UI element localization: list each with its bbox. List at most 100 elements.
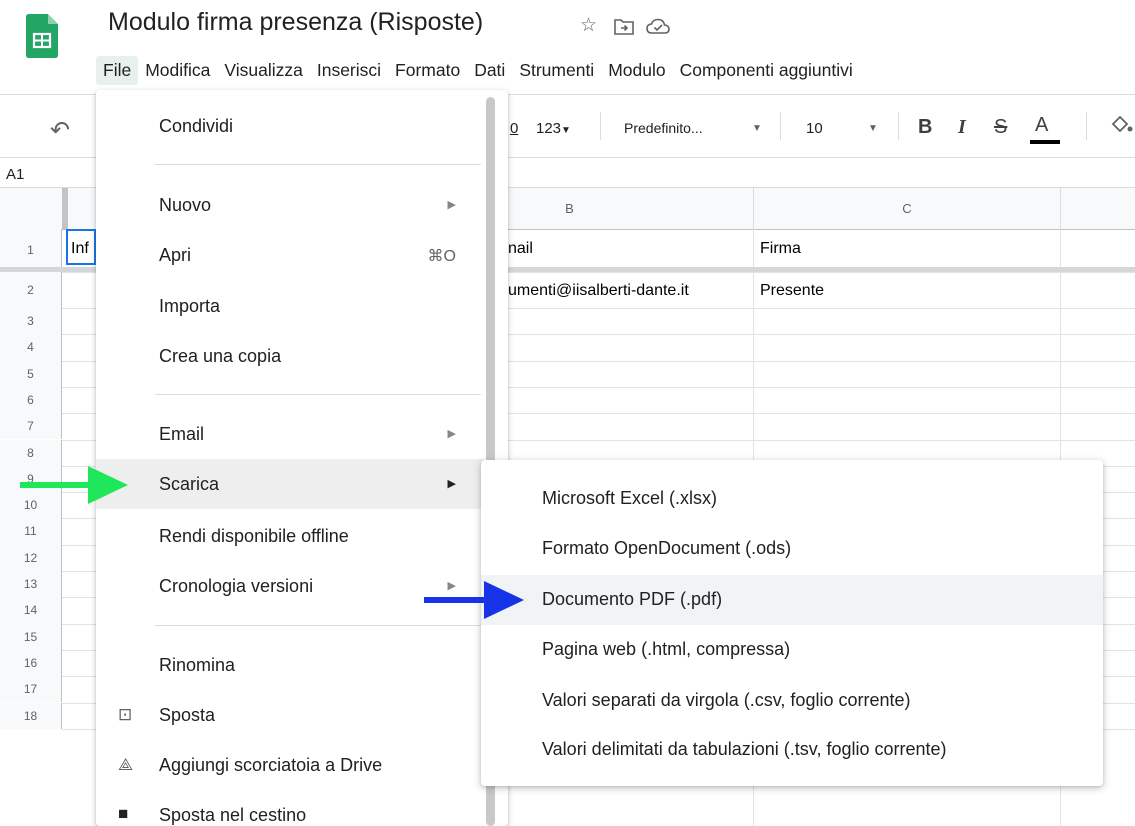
select-all-corner[interactable] (0, 188, 62, 229)
menu-item-scarica[interactable]: Scarica ▶ (96, 459, 484, 509)
font-family-select[interactable]: Predefinito... (624, 120, 703, 136)
text-color-swatch (1030, 140, 1060, 144)
menu-item-label: Importa (159, 296, 221, 316)
column-header-c[interactable]: C (754, 188, 1061, 229)
menu-item-email[interactable]: Email ▶ (96, 409, 484, 459)
row-header[interactable]: 3 (0, 308, 62, 335)
toolbar-separator (1086, 112, 1087, 140)
sheets-logo[interactable] (26, 14, 58, 58)
name-box[interactable]: A1 (6, 166, 24, 183)
row-header[interactable]: 6 (0, 386, 62, 414)
menu-item-label: Cronologia versioni (159, 576, 314, 596)
menu-dati[interactable]: Dati (467, 56, 512, 85)
menu-item-rinomina[interactable]: Rinomina (96, 640, 484, 690)
menu-item-label: Microsoft Excel (.xlsx) (542, 488, 718, 508)
decrease-decimal-button[interactable]: 0 (510, 120, 518, 137)
italic-button[interactable]: I (958, 116, 966, 139)
menu-item-label: Valori delimitati da tabulazioni (.tsv, … (542, 739, 947, 759)
menu-item-label: Apri (159, 245, 192, 265)
menu-modulo[interactable]: Modulo (601, 56, 672, 85)
download-html[interactable]: Pagina web (.html, compressa) (481, 625, 1103, 675)
toolbar-separator (600, 112, 601, 140)
row-header[interactable]: 2 (0, 272, 62, 308)
cell-c1[interactable]: Firma (760, 240, 801, 258)
menu-item-label: Valori separati da virgola (.csv, foglio… (542, 690, 911, 710)
toolbar-separator (780, 112, 781, 140)
row-header[interactable]: 1 (0, 229, 62, 272)
menu-item-label: Sposta nel cestino (159, 805, 307, 825)
row-header[interactable]: 18 (0, 702, 62, 729)
row-header[interactable]: 16 (0, 649, 62, 677)
download-tsv[interactable]: Valori delimitati da tabulazioni (.tsv, … (481, 725, 1103, 775)
download-xlsx[interactable]: Microsoft Excel (.xlsx) (481, 474, 1103, 524)
submenu-arrow-icon: ▶ (447, 428, 456, 440)
menu-item-apri[interactable]: Apri ⌘O (96, 230, 484, 280)
text-color-button[interactable]: A (1035, 114, 1048, 137)
menu-item-label: Aggiungi scorciatoia a Drive (159, 755, 383, 775)
strikethrough-button[interactable]: S (994, 116, 1007, 139)
row-header[interactable]: 5 (0, 360, 62, 387)
font-size-select[interactable]: 10 (806, 120, 823, 137)
cell-b2[interactable]: umenti@iisalberti-dante.it (508, 282, 689, 300)
drive-shortcut-icon: ⟁ (118, 755, 134, 774)
document-title[interactable]: Modulo firma presenza (Risposte) (108, 8, 483, 37)
menu-item-cestino[interactable]: ■ Sposta nel cestino (96, 790, 484, 826)
menu-separator (155, 164, 481, 165)
chevron-down-icon[interactable]: ▼ (868, 123, 878, 134)
menu-formato[interactable]: Formato (388, 56, 467, 85)
number-format-label: 123 (536, 120, 562, 137)
trash-icon: ■ (118, 804, 129, 823)
menu-separator (155, 394, 481, 395)
menu-item-label: Nuovo (159, 195, 212, 215)
blue-arrow-annotation (424, 581, 524, 619)
chevron-down-icon[interactable]: ▼ (752, 123, 762, 134)
row-header[interactable]: 13 (0, 571, 62, 598)
download-ods[interactable]: Formato OpenDocument (.ods) (481, 524, 1103, 574)
menubar: File Modifica Visualizza Inserisci Forma… (96, 54, 860, 86)
row-header[interactable]: 4 (0, 334, 62, 361)
cloud-status-icon[interactable] (646, 18, 670, 36)
fill-color-icon[interactable] (1110, 114, 1135, 136)
menu-inserisci[interactable]: Inserisci (310, 56, 388, 85)
row-header[interactable]: 17 (0, 676, 62, 703)
menu-visualizza[interactable]: Visualizza (217, 56, 309, 85)
menu-modifica[interactable]: Modifica (138, 56, 217, 85)
submenu-arrow-icon: ▶ (447, 478, 456, 490)
row-header[interactable]: 15 (0, 623, 62, 650)
row-header[interactable]: 11 (0, 518, 62, 545)
menu-item-nuovo[interactable]: Nuovo ▶ (96, 180, 484, 230)
freeze-handle[interactable] (62, 188, 68, 229)
row-header[interactable]: 7 (0, 413, 62, 440)
menu-componenti-aggiuntivi[interactable]: Componenti aggiuntivi (673, 56, 860, 85)
menu-file[interactable]: File (96, 55, 139, 85)
submenu-arrow-icon: ▶ (447, 199, 456, 211)
number-format-button[interactable]: 123▼ (536, 120, 571, 137)
undo-icon[interactable]: ↶ (50, 116, 70, 145)
cell-c2[interactable]: Presente (760, 282, 824, 300)
bold-button[interactable]: B (918, 116, 932, 139)
cell-a1[interactable]: Inf (71, 240, 89, 258)
menu-item-label: Rendi disponibile offline (159, 526, 349, 546)
shortcut-label: ⌘O (427, 248, 456, 265)
download-csv[interactable]: Valori separati da virgola (.csv, foglio… (481, 676, 1103, 726)
menu-item-condividi[interactable]: Condividi (96, 101, 484, 151)
menu-item-crea-copia[interactable]: Crea una copia (96, 331, 484, 381)
row-header[interactable]: 14 (0, 597, 62, 624)
menu-item-importa[interactable]: Importa (96, 281, 484, 331)
cell-b1[interactable]: nail (508, 240, 533, 258)
menu-item-offline[interactable]: Rendi disponibile offline (96, 511, 484, 561)
download-pdf[interactable]: Documento PDF (.pdf) (481, 575, 1103, 625)
menu-item-label: Crea una copia (159, 346, 282, 366)
menu-item-label: Pagina web (.html, compressa) (542, 639, 791, 659)
menu-item-label: Sposta (159, 705, 216, 725)
menu-item-label: Condividi (159, 116, 234, 136)
menu-item-label: Scarica (159, 474, 220, 494)
chevron-down-icon: ▼ (561, 125, 571, 136)
menu-item-sposta[interactable]: ⊡ Sposta (96, 690, 484, 740)
row-header[interactable]: 12 (0, 544, 62, 571)
menu-strumenti[interactable]: Strumenti (512, 56, 601, 85)
row-header[interactable]: 8 (0, 439, 62, 466)
menu-item-scorciatoia[interactable]: ⟁ Aggiungi scorciatoia a Drive (96, 740, 484, 790)
star-icon[interactable]: ☆ (580, 14, 597, 37)
move-folder-icon[interactable] (614, 18, 634, 36)
